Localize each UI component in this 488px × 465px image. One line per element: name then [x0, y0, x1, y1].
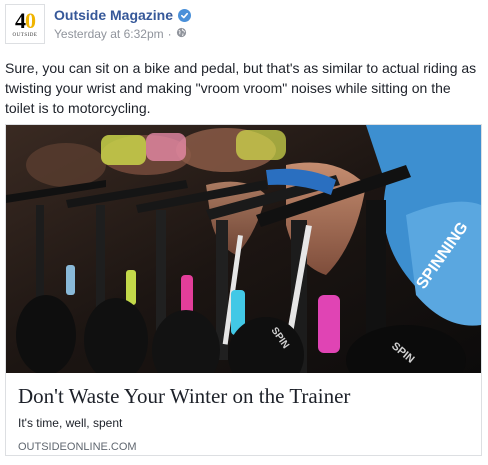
- post-text: Sure, you can sit on a bike and pedal, b…: [5, 60, 477, 116]
- verified-check-icon: [178, 8, 192, 22]
- page-avatar[interactable]: 40 OUTSIDE: [5, 4, 45, 44]
- link-description: It's time, well, spent: [18, 416, 123, 430]
- link-title[interactable]: Don't Waste Your Winter on the Trainer: [18, 383, 469, 409]
- link-domain: OUTSIDEONLINE.COM: [18, 441, 137, 453]
- avatar-logo-number: 40: [15, 8, 36, 33]
- post-timestamp[interactable]: Yesterday at 6:32pm: [54, 26, 164, 42]
- link-preview-image[interactable]: SPINNING SPIN SPIN: [6, 125, 481, 373]
- avatar-logo-subtitle: OUTSIDE: [12, 33, 38, 38]
- facebook-post: 40 OUTSIDE Outside Magazine Yesterday at…: [0, 0, 488, 465]
- meta-separator: ·: [167, 27, 172, 41]
- author-row: Outside Magazine: [54, 6, 192, 24]
- globe-icon[interactable]: [176, 26, 187, 42]
- page-name-link[interactable]: Outside Magazine: [54, 6, 173, 24]
- time-row: Yesterday at 6:32pm ·: [54, 26, 191, 42]
- post-meta: Outside Magazine Yesterday at 6:32pm ·: [54, 4, 192, 42]
- link-caption: Don't Waste Your Winter on the Trainer I…: [6, 373, 481, 454]
- link-preview-card[interactable]: SPINNING SPIN SPIN Don't Waste Your Wint…: [5, 124, 482, 456]
- post-header: 40 OUTSIDE Outside Magazine Yesterday at…: [5, 4, 192, 48]
